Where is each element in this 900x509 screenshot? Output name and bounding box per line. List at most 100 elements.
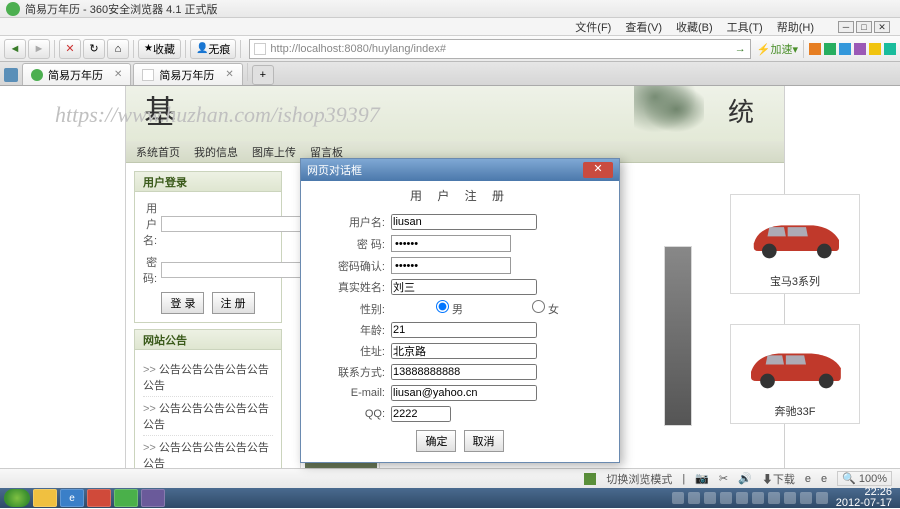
nav-home[interactable]: 系统首页 <box>136 144 180 160</box>
status-ico-4[interactable]: e <box>805 473 811 485</box>
dialog-ok-button[interactable]: 确定 <box>416 430 456 452</box>
ext-icon-6[interactable] <box>884 43 896 55</box>
fav-button[interactable]: ★ 收藏 <box>138 39 181 59</box>
back-button[interactable]: ◄ <box>4 39 26 59</box>
field-addr-input[interactable] <box>391 343 537 359</box>
system-clock[interactable]: 22:26 2012-07-17 <box>832 487 896 509</box>
sidebar-toggle-icon[interactable] <box>4 68 18 82</box>
field-qq-label: QQ: <box>313 408 391 420</box>
tray-icon[interactable] <box>736 492 748 504</box>
tab-1-icon <box>31 69 43 81</box>
login-box: 用户登录 用户名: 密 码: 登 录 注 册 <box>134 171 282 323</box>
radio-male[interactable] <box>436 300 449 313</box>
banner-title-right: 统 <box>728 92 754 129</box>
task-app1[interactable] <box>87 489 111 507</box>
tray-icon[interactable] <box>704 492 716 504</box>
ext-icon-5[interactable] <box>869 43 881 55</box>
status-ico-1[interactable]: 📷 <box>695 472 709 485</box>
menu-tool[interactable]: 工具(T) <box>727 19 763 35</box>
zoom-level[interactable]: 🔍 100% <box>837 471 892 486</box>
car-image-1 <box>735 199 855 269</box>
stop-button[interactable]: ✕ <box>59 39 81 59</box>
status-ico-5[interactable]: e <box>821 473 827 485</box>
start-button[interactable] <box>4 489 30 507</box>
tab-2[interactable]: 简易万年历 ✕ <box>133 63 242 85</box>
field-phone-input[interactable] <box>391 364 537 380</box>
task-app3[interactable] <box>141 489 165 507</box>
radio-female-wrap[interactable]: 女 <box>487 300 565 317</box>
private-button[interactable]: 👤 无痕 <box>190 39 236 59</box>
go-button[interactable]: → <box>735 43 746 55</box>
login-pass-label: 密 码: <box>143 254 157 286</box>
menu-view[interactable]: 查看(V) <box>625 19 662 35</box>
tray-icon[interactable] <box>800 492 812 504</box>
field-email-label: E-mail: <box>313 387 391 399</box>
menu-help[interactable]: 帮助(H) <box>777 19 814 35</box>
dialog-window-title: 网页对话框 <box>307 162 583 178</box>
close-button[interactable]: ✕ <box>874 21 890 33</box>
address-input[interactable] <box>270 43 730 55</box>
field-user-label: 用户名: <box>313 214 391 230</box>
forward-button[interactable]: ► <box>28 39 50 59</box>
field-qq-input[interactable] <box>391 406 451 422</box>
home-button[interactable]: ⌂ <box>107 39 129 59</box>
banner-title-left: 基 <box>144 87 176 133</box>
status-bar: 切换浏览模式 | 📷 ✂ 🔊 ⬇下载 e e 🔍 100% <box>0 468 900 488</box>
tray-icon[interactable] <box>752 492 764 504</box>
field-age-input[interactable] <box>391 322 537 338</box>
tray-icon[interactable] <box>672 492 684 504</box>
status-mode[interactable]: 切换浏览模式 <box>606 471 672 487</box>
car-card-1[interactable]: 宝马3系列 <box>730 194 860 294</box>
tray-icon[interactable] <box>768 492 780 504</box>
field-pass-input[interactable] <box>391 235 511 252</box>
status-sep: | <box>682 473 685 485</box>
maximize-button[interactable]: □ <box>856 21 872 33</box>
ext-icon-1[interactable] <box>809 43 821 55</box>
notice-item[interactable]: 公告公告公告公告公告公告 <box>143 397 273 436</box>
dialog-cancel-button[interactable]: 取消 <box>464 430 504 452</box>
radio-male-wrap[interactable]: 男 <box>391 300 469 317</box>
speed-icon[interactable]: ⚡加速▾ <box>757 41 798 57</box>
nav-upload[interactable]: 图库上传 <box>252 144 296 160</box>
login-pass-input[interactable] <box>161 262 309 278</box>
tray-icon[interactable] <box>720 492 732 504</box>
car-card-4-partial[interactable] <box>664 246 692 426</box>
ext-icon-3[interactable] <box>839 43 851 55</box>
status-ico-2[interactable]: ✂ <box>719 472 728 485</box>
tray-icon[interactable] <box>688 492 700 504</box>
field-gender-label: 性别: <box>313 301 391 317</box>
login-button[interactable]: 登 录 <box>161 292 204 314</box>
task-ie[interactable]: e <box>60 489 84 507</box>
car-label-1: 宝马3系列 <box>735 269 855 289</box>
status-ico-3[interactable]: 🔊 <box>738 472 752 485</box>
car-card-2[interactable]: 奔驰33F <box>730 324 860 424</box>
field-user-input[interactable] <box>391 214 537 230</box>
register-nav-button[interactable]: 注 册 <box>212 292 255 314</box>
new-tab-button[interactable]: + <box>252 65 274 85</box>
ext-icon-2[interactable] <box>824 43 836 55</box>
minimize-button[interactable]: ─ <box>838 21 854 33</box>
tab-2-close-icon[interactable]: ✕ <box>225 69 233 80</box>
login-user-label: 用户名: <box>143 200 157 248</box>
dialog-close-button[interactable]: ✕ <box>583 162 613 178</box>
status-download[interactable]: ⬇下载 <box>762 471 795 487</box>
menu-fav[interactable]: 收藏(B) <box>676 19 713 35</box>
task-explorer[interactable] <box>33 489 57 507</box>
nav-myinfo[interactable]: 我的信息 <box>194 144 238 160</box>
tray-icon[interactable] <box>816 492 828 504</box>
menu-file[interactable]: 文件(F) <box>575 19 611 35</box>
login-user-input[interactable] <box>161 216 309 232</box>
field-pass2-input[interactable] <box>391 257 511 274</box>
notice-item[interactable]: 公告公告公告公告公告公告 <box>143 358 273 397</box>
field-email-input[interactable] <box>391 385 537 401</box>
field-realname-input[interactable] <box>391 279 537 295</box>
tray-icon[interactable] <box>784 492 796 504</box>
tab-1-close-icon[interactable]: ✕ <box>114 69 122 80</box>
radio-female[interactable] <box>532 300 545 313</box>
tab-1[interactable]: 简易万年历 ✕ <box>22 63 131 85</box>
reload-button[interactable]: ↻ <box>83 39 105 59</box>
task-app2[interactable] <box>114 489 138 507</box>
status-mode-icon[interactable] <box>584 473 596 485</box>
ext-icon-4[interactable] <box>854 43 866 55</box>
dialog-heading: 用 户 注 册 <box>301 181 619 210</box>
